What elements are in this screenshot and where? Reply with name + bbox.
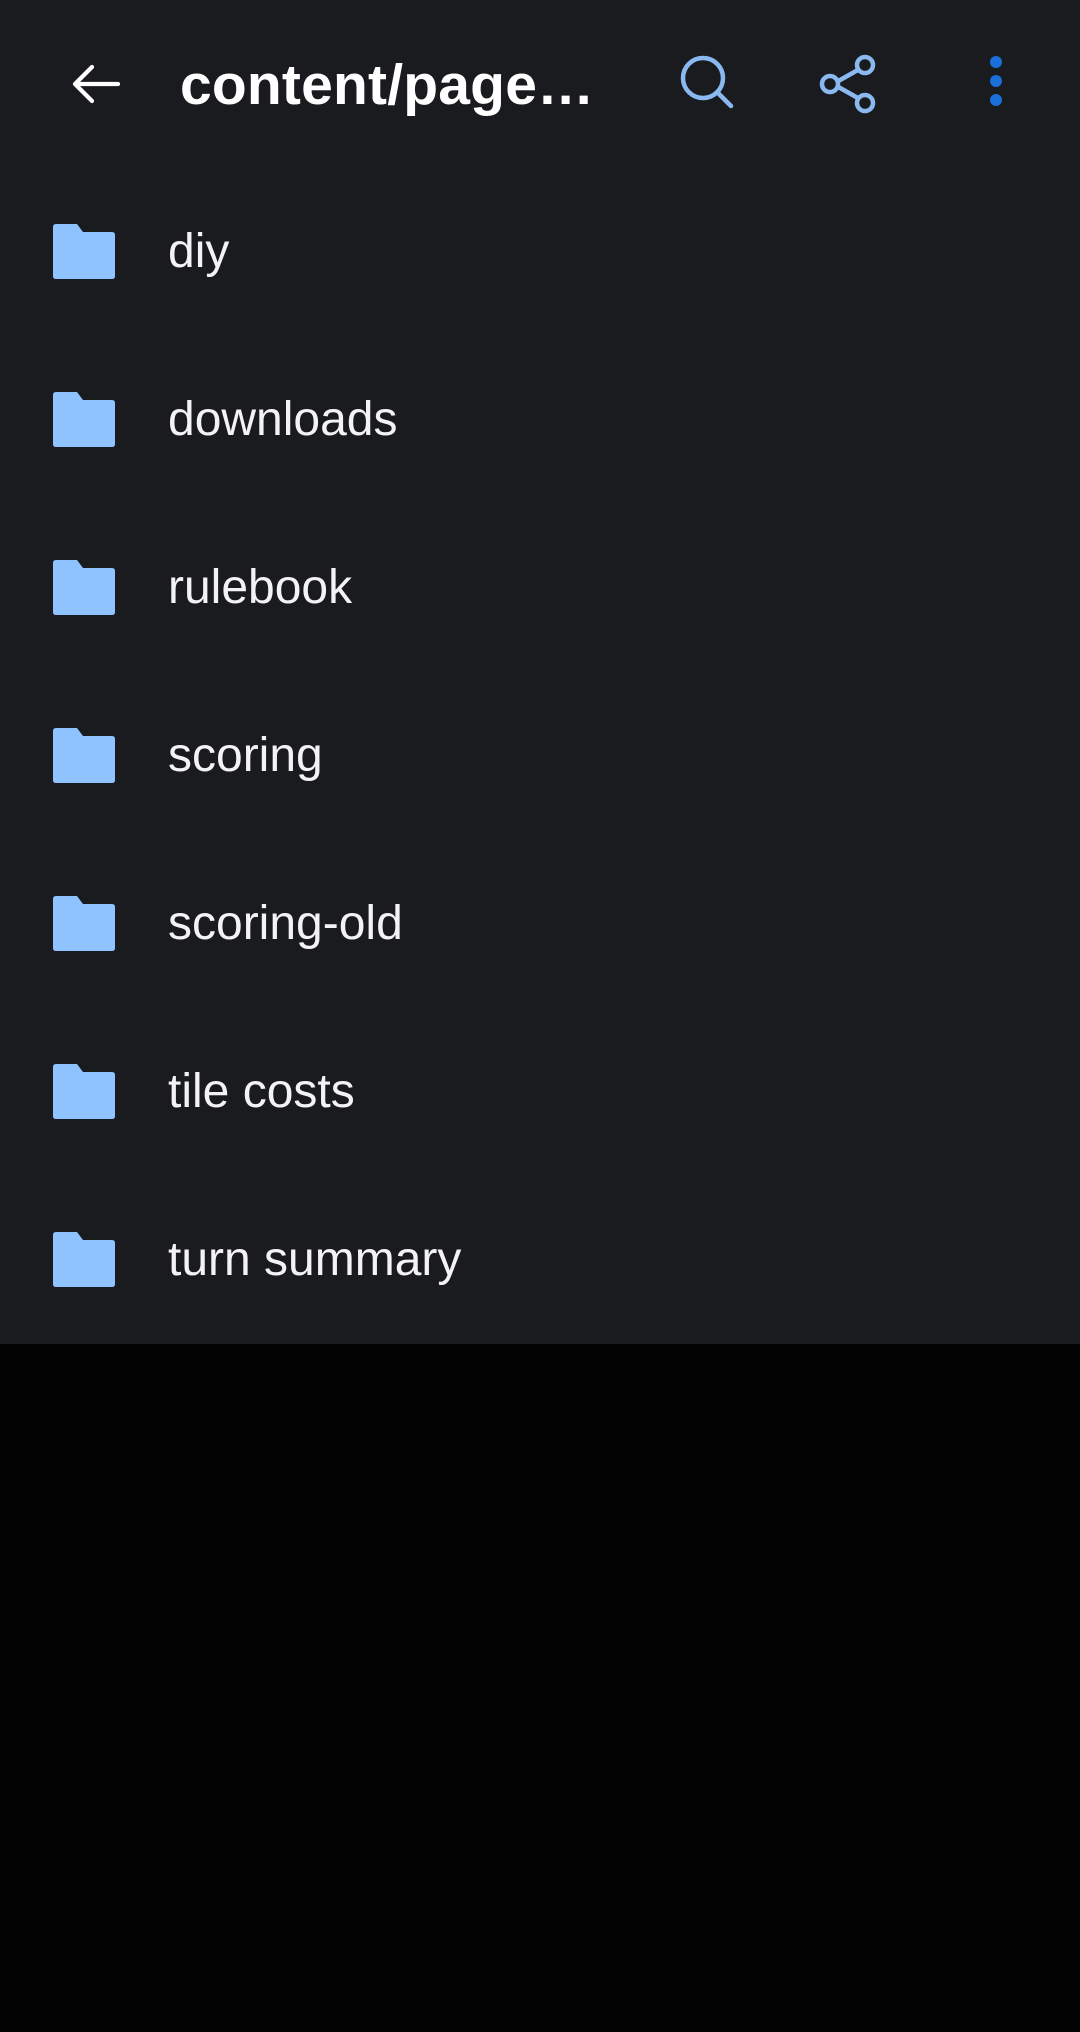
folder-icon [53, 728, 115, 783]
folder-list: diy downloads rulebook scoring scoring-o… [0, 168, 1080, 1344]
folder-list-item-downloads[interactable]: downloads [0, 336, 1080, 504]
more-vert-icon [990, 56, 1002, 106]
file-browser-screen: content/page… diy downloads rulebook sco… [0, 0, 1080, 1344]
folder-name: scoring [168, 729, 323, 782]
folder-name: downloads [168, 393, 398, 446]
folder-name: scoring-old [168, 897, 403, 950]
folder-name: turn summary [168, 1233, 462, 1286]
folder-icon [53, 1064, 115, 1119]
folder-icon [53, 896, 115, 951]
more-options-button[interactable] [936, 24, 1056, 144]
search-button[interactable] [648, 24, 768, 144]
top-app-bar: content/page… [0, 0, 1080, 168]
folder-icon [53, 1232, 115, 1287]
folder-name: diy [168, 225, 230, 278]
folder-list-item-tile-costs[interactable]: tile costs [0, 1008, 1080, 1176]
folder-icon [53, 560, 115, 615]
page-title: content/page… [180, 53, 595, 117]
share-icon [819, 54, 876, 114]
back-button[interactable] [36, 24, 156, 144]
folder-icon [53, 224, 115, 279]
folder-list-item-scoring[interactable]: scoring [0, 672, 1080, 840]
folder-name: rulebook [168, 561, 353, 614]
folder-icon [53, 392, 115, 447]
folder-list-item-rulebook[interactable]: rulebook [0, 504, 1080, 672]
folder-list-item-turn-summary[interactable]: turn summary [0, 1176, 1080, 1344]
folder-list-item-diy[interactable]: diy [0, 168, 1080, 336]
arrow-back-icon [72, 64, 121, 104]
folder-name: tile costs [168, 1065, 355, 1118]
search-icon [680, 55, 734, 109]
share-button[interactable] [789, 24, 909, 144]
folder-list-item-scoring-old[interactable]: scoring-old [0, 840, 1080, 1008]
